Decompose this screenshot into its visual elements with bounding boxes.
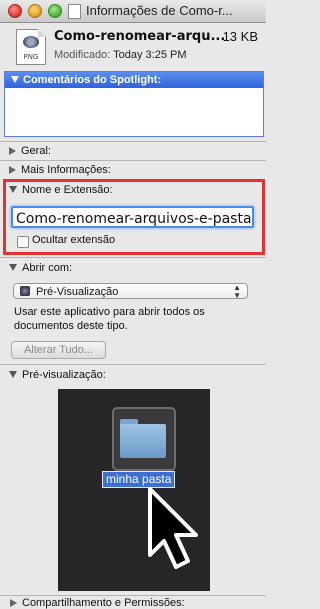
file-size: 13 KB bbox=[222, 29, 258, 44]
spotlight-comments-label: Comentários do Spotlight: bbox=[23, 74, 162, 86]
minimize-icon[interactable] bbox=[28, 4, 42, 18]
section-general[interactable]: Geral: bbox=[9, 145, 51, 157]
section-more-info[interactable]: Mais Informações: bbox=[9, 164, 111, 176]
title-file-icon bbox=[68, 4, 81, 19]
hide-extension-label: Ocultar extensão bbox=[32, 234, 116, 246]
divider bbox=[0, 141, 266, 142]
section-name-extension-label: Nome e Extensão: bbox=[22, 184, 113, 196]
divider bbox=[0, 160, 266, 161]
section-open-with[interactable]: Abrir com: bbox=[9, 262, 72, 274]
window-title: Informações de Como-r... bbox=[86, 3, 233, 18]
open-with-description: Usar este aplicativo para abrir todos os… bbox=[14, 306, 205, 332]
modified-label: Modificado: bbox=[54, 49, 111, 61]
spotlight-comments-box[interactable]: Comentários do Spotlight: bbox=[4, 71, 264, 137]
change-all-button[interactable]: Alterar Tudo... bbox=[11, 341, 106, 359]
zoom-icon[interactable] bbox=[48, 4, 62, 18]
preview-pane: minha pasta bbox=[58, 389, 210, 591]
open-with-select[interactable]: Pré-Visualização ▲ ▼ bbox=[13, 283, 248, 300]
modified-row: Modificado: Today 3:25 PM bbox=[54, 49, 187, 61]
close-icon[interactable] bbox=[8, 4, 22, 18]
section-preview-label: Pré-visualização: bbox=[22, 369, 106, 381]
folder-icon[interactable] bbox=[112, 407, 176, 471]
section-open-with-label: Abrir com: bbox=[22, 262, 73, 274]
file-name: Como-renomear-arqu... bbox=[54, 29, 226, 44]
open-with-app: Pré-Visualização bbox=[36, 286, 119, 298]
divider bbox=[0, 595, 266, 596]
preview-app-icon bbox=[20, 286, 30, 296]
divider bbox=[0, 364, 266, 365]
name-field[interactable]: Como-renomear-arquivos-e-pastas- bbox=[11, 206, 254, 228]
disclosure-closed-icon bbox=[9, 147, 16, 155]
section-name-extension[interactable]: Nome e Extensão: bbox=[9, 184, 113, 196]
divider bbox=[0, 257, 266, 258]
section-sharing-permissions[interactable]: Compartilhamento e Permissões: bbox=[10, 597, 185, 609]
file-header: PNG Como-renomear-arqu... 13 KB Modifica… bbox=[0, 23, 266, 69]
hide-extension-checkbox[interactable] bbox=[17, 236, 29, 248]
spotlight-comments-header[interactable]: Comentários do Spotlight: bbox=[5, 72, 263, 88]
disclosure-open-icon bbox=[11, 76, 19, 83]
title-bar: Informações de Como-r... bbox=[0, 0, 266, 23]
disclosure-open-icon bbox=[9, 186, 17, 193]
arrow-cursor-icon bbox=[148, 487, 198, 569]
section-more-info-label: Mais Informações: bbox=[21, 164, 111, 176]
disclosure-closed-icon bbox=[10, 599, 17, 607]
section-sharing-label: Compartilhamento e Permissões: bbox=[22, 597, 185, 609]
section-general-label: Geral: bbox=[21, 145, 51, 157]
chevron-updown-icon: ▲ ▼ bbox=[233, 283, 241, 300]
disclosure-open-icon bbox=[9, 371, 17, 378]
png-file-icon: PNG bbox=[16, 29, 46, 65]
disclosure-closed-icon bbox=[9, 166, 16, 174]
disclosure-open-icon bbox=[9, 264, 17, 271]
modified-value: Today 3:25 PM bbox=[113, 49, 187, 61]
png-badge: PNG bbox=[23, 53, 39, 61]
section-preview[interactable]: Pré-visualização: bbox=[9, 369, 106, 381]
